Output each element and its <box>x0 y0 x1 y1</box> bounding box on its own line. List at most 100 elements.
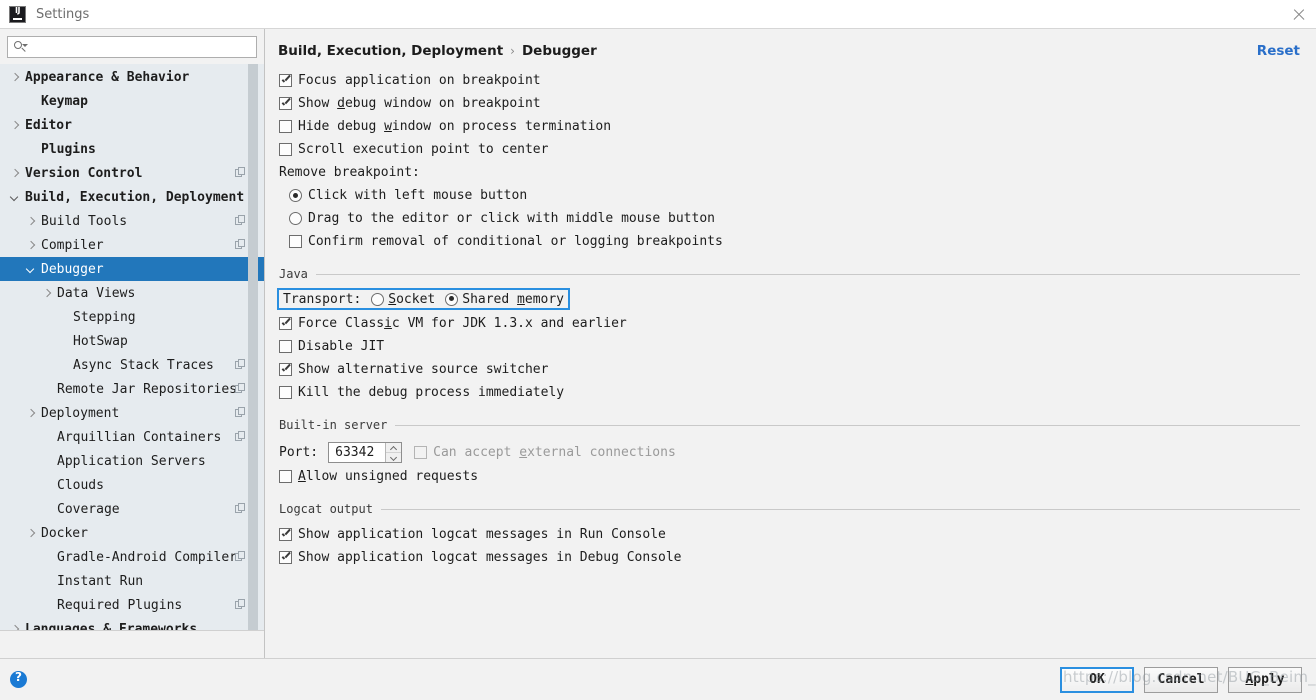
transport-row[interactable]: Transport: Socket Shared memory <box>277 288 571 310</box>
sidebar-item-label: Build Tools <box>41 213 128 229</box>
checkbox-allow-unsigned-requests[interactable]: Allow unsigned requests <box>275 465 1306 488</box>
ok-button[interactable]: OK <box>1060 666 1134 693</box>
copy-icon[interactable] <box>235 167 246 178</box>
chevron-down-icon[interactable] <box>386 451 402 462</box>
sidebar-item-label: Debugger <box>41 261 104 277</box>
sidebar-item-async-stack-traces[interactable]: Async Stack Traces <box>0 353 264 377</box>
close-icon[interactable] <box>1291 7 1307 23</box>
chevron-right-icon[interactable] <box>26 216 37 227</box>
copy-icon[interactable] <box>235 599 246 610</box>
checkbox-allow-unsigned-requests-label: Allow unsigned requests <box>298 469 479 484</box>
chevron-right-icon[interactable] <box>26 528 37 539</box>
reset-link[interactable]: Reset <box>1257 43 1300 59</box>
sidebar-item-compiler[interactable]: Compiler <box>0 233 264 257</box>
sidebar-scrollbar-thumb[interactable] <box>248 64 258 630</box>
sidebar-item-plugins[interactable]: Plugins <box>0 137 264 161</box>
breadcrumb-parent[interactable]: Build, Execution, Deployment <box>278 43 503 59</box>
chevron-right-icon[interactable] <box>26 408 37 419</box>
copy-icon[interactable] <box>235 215 246 226</box>
chevron-right-icon[interactable] <box>10 624 21 631</box>
chevron-down-icon[interactable] <box>10 192 21 203</box>
chevron-up-icon[interactable] <box>386 443 401 452</box>
checkbox[interactable] <box>279 386 292 399</box>
checkbox[interactable] <box>289 235 302 248</box>
sidebar-item-label: Version Control <box>25 165 143 181</box>
checkbox-focus-application-on-breakpoint[interactable]: Focus application on breakpoint <box>275 69 1306 92</box>
remove-breakpoint-label-row: Remove breakpoint: <box>275 161 1306 184</box>
sidebar-item-build-execution-deployment[interactable]: Build, Execution, Deployment <box>0 185 264 209</box>
radio-drag-to-the-editor-or-click-with-middle-mouse-[interactable]: Drag to the editor or click with middle … <box>275 207 1306 230</box>
search-box[interactable] <box>7 36 257 58</box>
sidebar-item-docker[interactable]: Docker <box>0 521 264 545</box>
copy-icon[interactable] <box>235 407 246 418</box>
checkbox-show-debug-window-on-breakpoint[interactable]: Show debug window on breakpoint <box>275 92 1306 115</box>
radio-click-with-left-mouse-button[interactable]: Click with left mouse button <box>275 184 1306 207</box>
sidebar-item-gradle-android-compiler[interactable]: Gradle-Android Compiler <box>0 545 264 569</box>
search-input[interactable] <box>28 39 251 55</box>
checkbox-kill-the-debug-process-immediately[interactable]: Kill the debug process immediately <box>275 381 1306 404</box>
copy-icon[interactable] <box>235 383 246 394</box>
sidebar-item-stepping[interactable]: Stepping <box>0 305 264 329</box>
checkbox[interactable] <box>279 74 292 87</box>
chevron-right-icon[interactable] <box>10 168 21 179</box>
checkbox[interactable] <box>279 363 292 376</box>
radio-drag-to-the-editor-or-click-with-middle-mouse--label: Drag to the editor or click with middle … <box>308 211 715 226</box>
checkbox[interactable] <box>279 470 292 483</box>
checkbox-show-application-logcat-messages-in-run-consol[interactable]: Show application logcat messages in Run … <box>275 523 1306 546</box>
sidebar-item-required-plugins[interactable]: Required Plugins <box>0 593 264 617</box>
radio-button[interactable] <box>289 212 302 225</box>
checkbox[interactable] <box>279 551 292 564</box>
sidebar-item-deployment[interactable]: Deployment <box>0 401 264 425</box>
checkbox-confirm-removal-of-conditional-or-logging-brea[interactable]: Confirm removal of conditional or loggin… <box>275 230 1306 253</box>
chevron-right-icon[interactable] <box>26 240 37 251</box>
sidebar-item-editor[interactable]: Editor <box>0 113 264 137</box>
sidebar-item-remote-jar-repositories[interactable]: Remote Jar Repositories <box>0 377 264 401</box>
checkbox-show-alternative-source-switcher[interactable]: Show alternative source switcher <box>275 358 1306 381</box>
checkbox-show-application-logcat-messages-in-debug-cons[interactable]: Show application logcat messages in Debu… <box>275 546 1306 569</box>
checkbox[interactable] <box>279 528 292 541</box>
remove-breakpoint-label: Remove breakpoint: <box>279 165 420 180</box>
sidebar-item-instant-run[interactable]: Instant Run <box>0 569 264 593</box>
sidebar-item-debugger[interactable]: Debugger <box>0 257 264 281</box>
logcat-options-group: Show application logcat messages in Run … <box>275 523 1306 569</box>
sidebar-item-keymap[interactable]: Keymap <box>0 89 264 113</box>
copy-icon[interactable] <box>235 503 246 514</box>
copy-icon[interactable] <box>235 239 246 250</box>
copy-icon[interactable] <box>235 359 246 370</box>
port-stepper[interactable]: 63342 <box>328 441 403 463</box>
checkbox-disable-jit[interactable]: Disable JIT <box>275 335 1306 358</box>
copy-icon[interactable] <box>235 431 246 442</box>
checkbox[interactable] <box>279 143 292 156</box>
transport-radio-shared-memory[interactable] <box>445 292 459 306</box>
checkbox[interactable] <box>279 317 292 330</box>
copy-icon[interactable] <box>235 551 246 562</box>
sidebar-item-coverage[interactable]: Coverage <box>0 497 264 521</box>
chevron-right-icon[interactable] <box>10 120 21 131</box>
radio-button[interactable] <box>289 189 302 202</box>
checkbox[interactable] <box>279 120 292 133</box>
checkbox[interactable] <box>279 97 292 110</box>
sidebar-scrollbar[interactable] <box>248 64 258 630</box>
java-group-rule <box>315 273 1300 275</box>
port-value[interactable]: 63342 <box>329 443 385 462</box>
checkbox-force-classic-vm-for-jdk-1-3-x-and-earlier[interactable]: Force Classic VM for JDK 1.3.x and earli… <box>275 312 1306 335</box>
sidebar-item-hotswap[interactable]: HotSwap <box>0 329 264 353</box>
apply-button[interactable]: Apply <box>1228 666 1302 693</box>
cancel-button[interactable]: Cancel <box>1144 666 1218 693</box>
transport-radio-socket[interactable] <box>371 292 385 306</box>
sidebar-item-application-servers[interactable]: Application Servers <box>0 449 264 473</box>
checkbox-hide-debug-window-on-process-termination[interactable]: Hide debug window on process termination <box>275 115 1306 138</box>
chevron-right-icon[interactable] <box>10 72 21 83</box>
checkbox-scroll-execution-point-to-center[interactable]: Scroll execution point to center <box>275 138 1306 161</box>
sidebar-item-data-views[interactable]: Data Views <box>0 281 264 305</box>
sidebar-item-clouds[interactable]: Clouds <box>0 473 264 497</box>
help-button[interactable] <box>10 670 27 688</box>
sidebar-item-appearance-behavior[interactable]: Appearance & Behavior <box>0 65 264 89</box>
sidebar-item-arquillian-containers[interactable]: Arquillian Containers <box>0 425 264 449</box>
checkbox[interactable] <box>279 340 292 353</box>
sidebar-item-languages-frameworks[interactable]: Languages & Frameworks <box>0 617 264 631</box>
chevron-right-icon[interactable] <box>42 288 53 299</box>
chevron-down-icon[interactable] <box>26 264 37 275</box>
sidebar-item-version-control[interactable]: Version Control <box>0 161 264 185</box>
sidebar-item-build-tools[interactable]: Build Tools <box>0 209 264 233</box>
